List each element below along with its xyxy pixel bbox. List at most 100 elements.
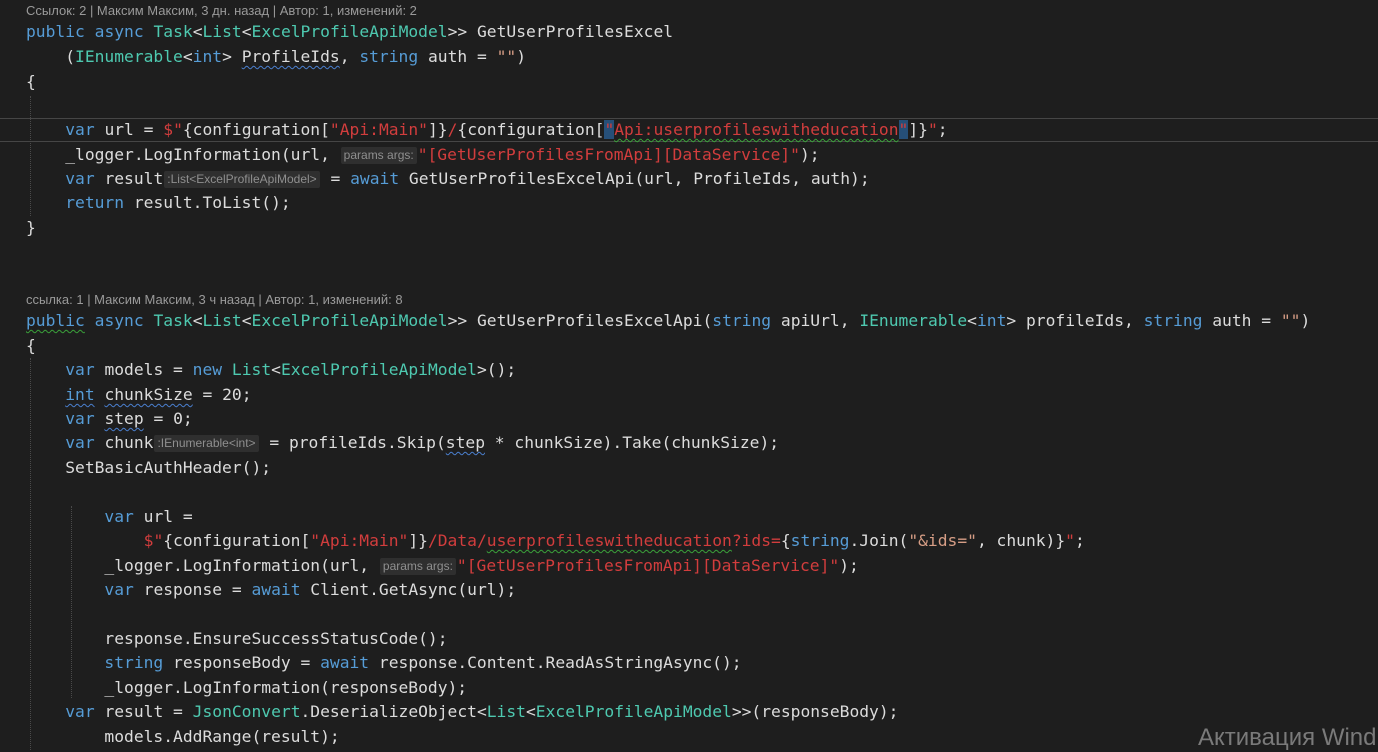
- token: > profileIds,: [1006, 311, 1144, 330]
- code-line-1[interactable]: public async Task<List<ExcelProfileApiMo…: [26, 20, 673, 44]
- token: new: [192, 360, 223, 379]
- token: var: [65, 702, 95, 721]
- token: string: [359, 47, 419, 66]
- token: string: [790, 531, 850, 550]
- token: ;: [937, 120, 948, 139]
- code-line-29[interactable]: var result = JsonConvert.DeserializeObje…: [26, 700, 898, 724]
- token: <: [192, 311, 203, 330]
- token: $": [163, 120, 183, 139]
- parameter-hint: params args:: [379, 558, 456, 575]
- token: models.AddRange(result);: [26, 727, 340, 746]
- token: step: [104, 409, 144, 428]
- code-line-28[interactable]: _logger.LogInformation(responseBody);: [26, 676, 467, 700]
- code-line-24[interactable]: var response = await Client.GetAsync(url…: [26, 578, 516, 602]
- token: <: [525, 702, 536, 721]
- code-line-9[interactable]: }: [26, 216, 36, 240]
- token: ]}: [427, 120, 448, 139]
- token: GetUserProfilesExcel: [477, 22, 674, 41]
- code-line-27[interactable]: string responseBody = await response.Con…: [26, 651, 742, 675]
- token: auth =: [1202, 311, 1281, 330]
- token: >>: [447, 22, 477, 41]
- token: responseBody =: [163, 653, 321, 672]
- token: var: [65, 409, 95, 428]
- token: ;: [1074, 531, 1085, 550]
- token: ExcelProfileApiModel: [280, 360, 477, 379]
- code-line-14[interactable]: {: [26, 334, 36, 358]
- token: {configuration[: [182, 120, 330, 139]
- token: ): [1300, 311, 1311, 330]
- token: <: [241, 22, 252, 41]
- token: int: [65, 385, 95, 404]
- token: List: [231, 360, 272, 379]
- token: GetUserProfilesExcelApi(: [477, 311, 713, 330]
- token: <: [192, 22, 203, 41]
- token: ": [329, 120, 340, 139]
- code-line-2[interactable]: (IEnumerable<int> ProfileIds, string aut…: [26, 45, 526, 69]
- token: <: [271, 360, 281, 379]
- code-line-26[interactable]: response.EnsureSuccessStatusCode();: [26, 627, 447, 651]
- code-line-30[interactable]: models.AddRange(result);: [26, 725, 340, 749]
- code-line-7[interactable]: var result:List<ExcelProfileApiModel> = …: [26, 167, 870, 191]
- token: {configuration[: [457, 120, 605, 139]
- code-line-15[interactable]: var models = new List<ExcelProfileApiMod…: [26, 358, 516, 382]
- token: (: [26, 47, 76, 66]
- codelens-references-1[interactable]: Ссылок: 2 | Максим Максим, 3 дн. назад |…: [26, 2, 417, 20]
- code-line-21[interactable]: var url =: [26, 505, 193, 529]
- token: "[GetUserProfilesFromApi][DataService]": [417, 145, 800, 164]
- token: Task: [153, 311, 193, 330]
- token: await: [320, 653, 370, 672]
- token: {: [780, 531, 791, 550]
- token: var: [65, 433, 95, 452]
- token: chunk: [94, 433, 154, 452]
- token: {: [26, 336, 36, 355]
- code-line-8[interactable]: return result.ToList();: [26, 191, 290, 215]
- token: Task: [153, 22, 193, 41]
- token: int: [192, 47, 223, 66]
- type-hint: :List<ExcelProfileApiModel>: [164, 171, 320, 188]
- token: <: [241, 311, 252, 330]
- codelens-references-2[interactable]: ссылка: 1 | Максим Максим, 3 ч назад | А…: [26, 291, 403, 309]
- token: auth =: [418, 47, 497, 66]
- code-line-5[interactable]: var url = $"{configuration["Api:Main"]}/…: [26, 118, 948, 142]
- token: ?ids=: [731, 531, 781, 550]
- code-line-3[interactable]: {: [26, 70, 36, 94]
- token: await: [251, 580, 301, 599]
- token: string: [1143, 311, 1203, 330]
- token: ": [1065, 531, 1075, 550]
- token: "[GetUserProfilesFromApi][DataService]": [456, 556, 840, 575]
- token: ": [927, 120, 938, 139]
- token: /Data/: [427, 531, 487, 550]
- token: response =: [133, 580, 252, 599]
- token: .DeserializeObject<: [300, 702, 487, 721]
- code-line-6[interactable]: _logger.LogInformation(url, params args:…: [26, 143, 820, 167]
- code-line-23[interactable]: _logger.LogInformation(url, params args:…: [26, 554, 859, 578]
- token: url =: [133, 507, 193, 526]
- code-line-18[interactable]: var chunk:IEnumerable<int> = profileIds.…: [26, 431, 779, 455]
- token: var: [65, 120, 95, 139]
- code-line-13[interactable]: public async Task<List<ExcelProfileApiMo…: [26, 309, 1310, 333]
- token: /: [447, 120, 458, 139]
- code-line-17[interactable]: var step = 0;: [26, 407, 192, 431]
- code-editor[interactable]: Ссылок: 2 | Максим Максим, 3 дн. назад |…: [0, 0, 1378, 751]
- code-line-19[interactable]: SetBasicAuthHeader();: [26, 456, 271, 480]
- token: }: [26, 218, 36, 237]
- token: "Api:Main": [310, 531, 409, 550]
- token: ExcelProfileApiModel: [251, 22, 448, 41]
- token: await: [350, 169, 400, 188]
- token: <: [967, 311, 977, 330]
- token: async: [94, 22, 144, 41]
- token: response.Content.ReadAsStringAsync();: [369, 653, 742, 672]
- code-line-16[interactable]: int chunkSize = 20;: [26, 383, 251, 407]
- token: List: [202, 311, 242, 330]
- code-line-22[interactable]: $"{configuration["Api:Main"]}/Data/userp…: [26, 529, 1085, 553]
